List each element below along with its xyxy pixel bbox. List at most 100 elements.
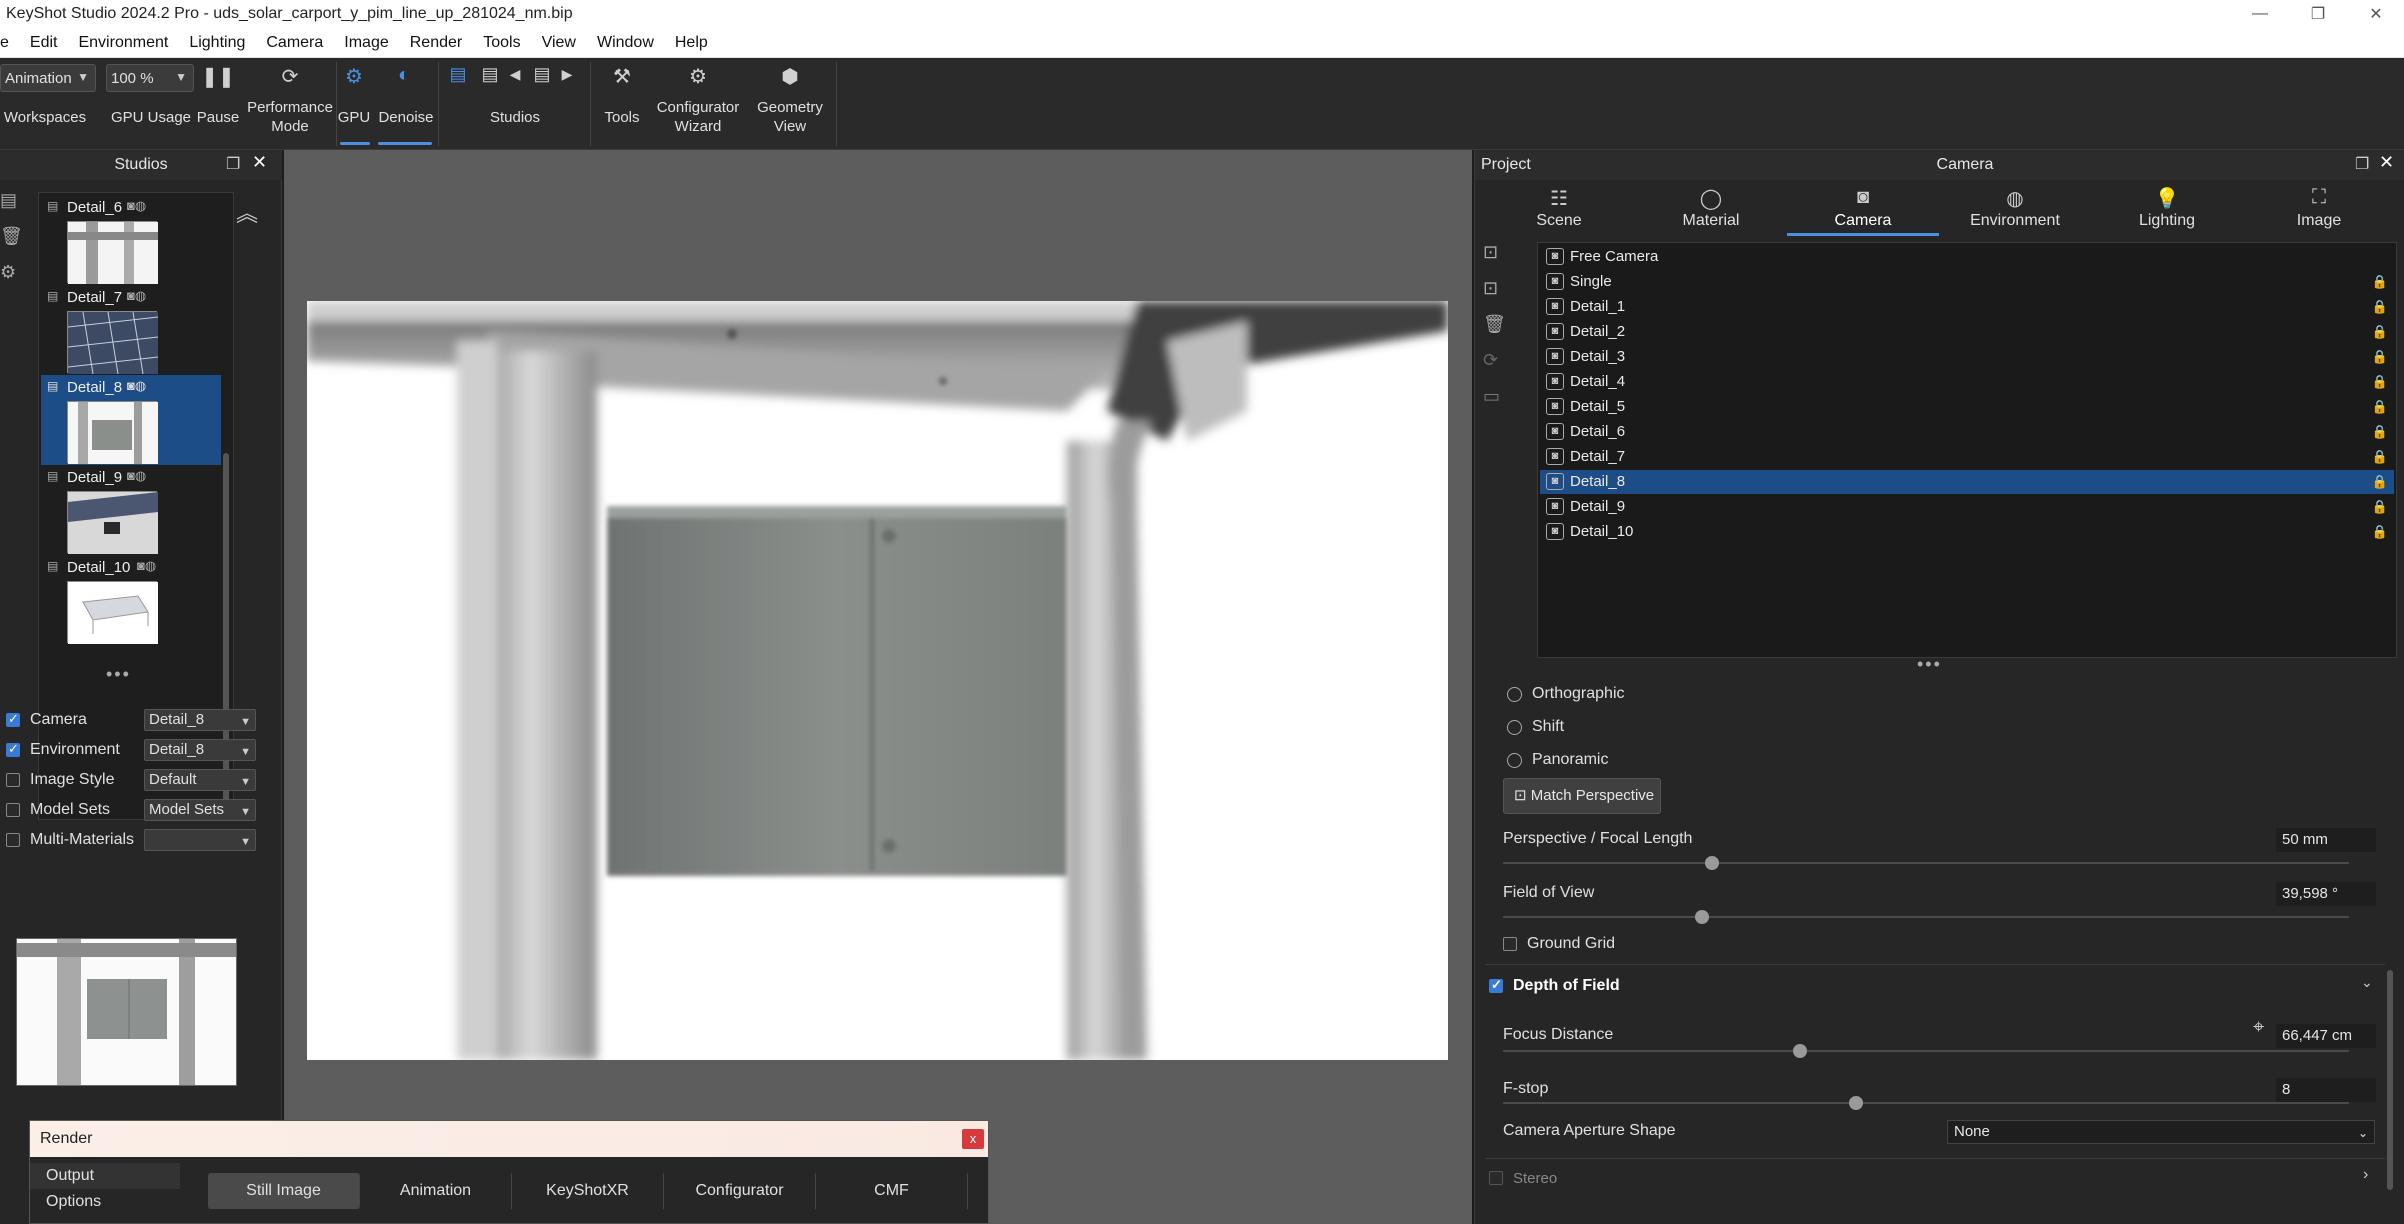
menu-window[interactable]: Window [597,34,654,52]
environment-checkbox[interactable] [6,741,20,757]
more-dots-icon[interactable]: ••• [1917,654,1942,675]
lock-icon[interactable]: 🔒 [2372,345,2388,369]
workspace-select[interactable]: Animation ▼ [0,64,96,92]
f-stop-field[interactable]: 8 [2276,1078,2376,1102]
sidebar-item-options[interactable]: Options [30,1189,180,1215]
stereo-option[interactable]: Stereo [1489,1166,1557,1190]
render-viewport[interactable] [284,150,1472,1224]
tab-still-image[interactable]: Still Image [208,1173,360,1209]
model-sets-checkbox[interactable] [6,803,20,817]
menu-camera[interactable]: Camera [266,34,323,52]
studio-next-icon[interactable]: ▶ [560,66,574,83]
f-stop-slider[interactable] [1503,1096,2349,1110]
configurator-wizard-icon[interactable]: ⚙ [680,64,716,89]
studio-list-icon[interactable]: ▤ [528,64,556,85]
save-camera-icon[interactable]: ▭ [1483,386,1513,422]
gear-icon[interactable]: ⚙ [0,262,20,298]
undock-icon[interactable]: ❐ [226,154,240,174]
pause-icon[interactable]: ❚❚ [200,64,236,89]
geometry-view-button[interactable]: Geometry View [748,98,832,136]
lock-icon[interactable]: 🔒 [2372,395,2388,419]
option-image-style[interactable]: Image Style Default ▼ [6,768,256,792]
image-style-checkbox[interactable] [6,773,20,787]
close-icon[interactable]: ✕ [2379,152,2394,173]
multi-materials-select[interactable]: ▼ [144,829,256,851]
tab-lighting[interactable]: 💡 Lighting [2091,180,2243,238]
orthographic-option[interactable]: Orthographic [1507,682,1625,706]
camera-item[interactable]: ◙ Detail_6 🔒 [1540,420,2394,444]
studio-add-icon[interactable]: ▤ [0,190,20,226]
chevron-right-icon[interactable]: › [2363,1166,2368,1184]
add-camera-icon[interactable]: ⊡ [1483,242,1513,278]
performance-mode-icon[interactable]: ⟳ [272,64,308,89]
orthographic-radio[interactable] [1507,686,1522,702]
chevron-down-icon[interactable]: ⌄ [2361,974,2373,991]
configurator-wizard-button[interactable]: Configurator Wizard [648,98,748,136]
depth-of-field-checkbox[interactable] [1489,977,1503,993]
studio-new-icon[interactable]: ▤ [444,64,472,85]
collapse-up-icon[interactable]: ︽ [236,196,258,228]
menu-help[interactable]: Help [675,34,708,52]
tab-keyshotxr[interactable]: KeyShotXR [512,1173,664,1209]
studio-item-detail-6[interactable]: ▤ Detail_6 ◙◍ [41,195,221,285]
menu-environment[interactable]: Environment [78,34,168,52]
option-camera[interactable]: Camera Detail_8 ▼ [6,708,256,732]
studio-item-detail-9[interactable]: ▤ Detail_9 ◙◍ [41,465,221,555]
tab-image[interactable]: ⛶ Image [2243,180,2395,238]
gpu-chip-icon[interactable]: ⚙ [336,64,372,89]
denoise-toggle[interactable]: Denoise [374,108,438,127]
menu-image[interactable]: Image [344,34,388,52]
image-style-select[interactable]: Default ▼ [144,769,256,791]
camera-item[interactable]: ◙ Detail_9 🔒 [1540,495,2394,519]
gpu-toggle[interactable]: GPU [336,108,372,127]
ground-grid-checkbox[interactable] [1503,937,1517,951]
camera-item[interactable]: ◙ Detail_7 🔒 [1540,445,2394,469]
menu-tools[interactable]: Tools [483,34,520,52]
trash-icon[interactable]: 🗑 [0,226,23,262]
lock-icon[interactable]: 🔒 [2372,270,2388,294]
more-dots-icon[interactable]: ••• [106,664,131,685]
depth-of-field-header[interactable]: Depth of Field [1489,974,1620,998]
camera-item[interactable]: ◙ Free Camera [1540,245,2394,269]
close-icon[interactable]: ✕ [252,152,267,173]
tools-button[interactable]: Tools [598,108,646,127]
lock-icon[interactable]: 🔒 [2372,470,2388,494]
reset-camera-icon[interactable]: ⟳ [1483,350,1513,386]
tab-configurator[interactable]: Configurator [664,1173,816,1209]
lock-icon[interactable]: 🔒 [2372,370,2388,394]
focus-distance-slider-handle[interactable] [1793,1044,1807,1058]
tab-camera[interactable]: ◙ Camera [1787,180,1939,238]
camera-item[interactable]: ◙ Detail_4 🔒 [1540,370,2394,394]
focus-distance-field[interactable]: 66,447 cm [2276,1024,2376,1048]
option-multi-materials[interactable]: Multi-Materials ▼ [6,828,256,852]
tab-cmf[interactable]: CMF [816,1173,968,1209]
shift-option[interactable]: Shift [1507,715,1564,739]
render-dialog-title-bar[interactable]: Render [30,1121,988,1157]
studio-item-detail-10[interactable]: ▤ Detail_10 ◙◍ [41,555,221,645]
minimize-button[interactable]: — [2230,0,2290,28]
aperture-shape-select[interactable]: None ⌄ [1947,1120,2375,1144]
sidebar-item-output[interactable]: Output [30,1163,180,1189]
camera-select[interactable]: Detail_8 ▼ [144,709,256,731]
panoramic-option[interactable]: Panoramic [1507,748,1608,772]
camera-item[interactable]: ◙ Detail_5 🔒 [1540,395,2394,419]
duplicate-camera-icon[interactable]: ⊡ [1483,278,1513,314]
undock-icon[interactable]: ❐ [2355,154,2369,174]
camera-item[interactable]: ◙ Detail_10 🔒 [1540,520,2394,544]
menu-render[interactable]: Render [410,34,462,52]
lock-icon[interactable]: 🔒 [2372,420,2388,444]
properties-scrollbar[interactable] [2387,970,2393,1190]
performance-mode-button[interactable]: Performance Mode [244,98,336,136]
lock-icon[interactable]: 🔒 [2372,495,2388,519]
studio-item-detail-8[interactable]: ▤ Detail_8 ◙◍ [41,375,221,465]
menu-lighting[interactable]: Lighting [189,34,245,52]
studio-item-detail-7[interactable]: ▤ Detail_7 ◙◍ [41,285,221,375]
geometry-view-icon[interactable]: ⬢ [772,64,808,89]
stereo-checkbox[interactable] [1489,1171,1503,1185]
menu-file[interactable]: e [0,34,9,52]
field-of-view-slider[interactable] [1503,910,2349,924]
tab-animation[interactable]: Animation [360,1173,512,1209]
focal-length-slider-handle[interactable] [1705,856,1719,870]
panoramic-radio[interactable] [1507,752,1522,768]
maximize-button[interactable]: ❐ [2288,0,2348,28]
